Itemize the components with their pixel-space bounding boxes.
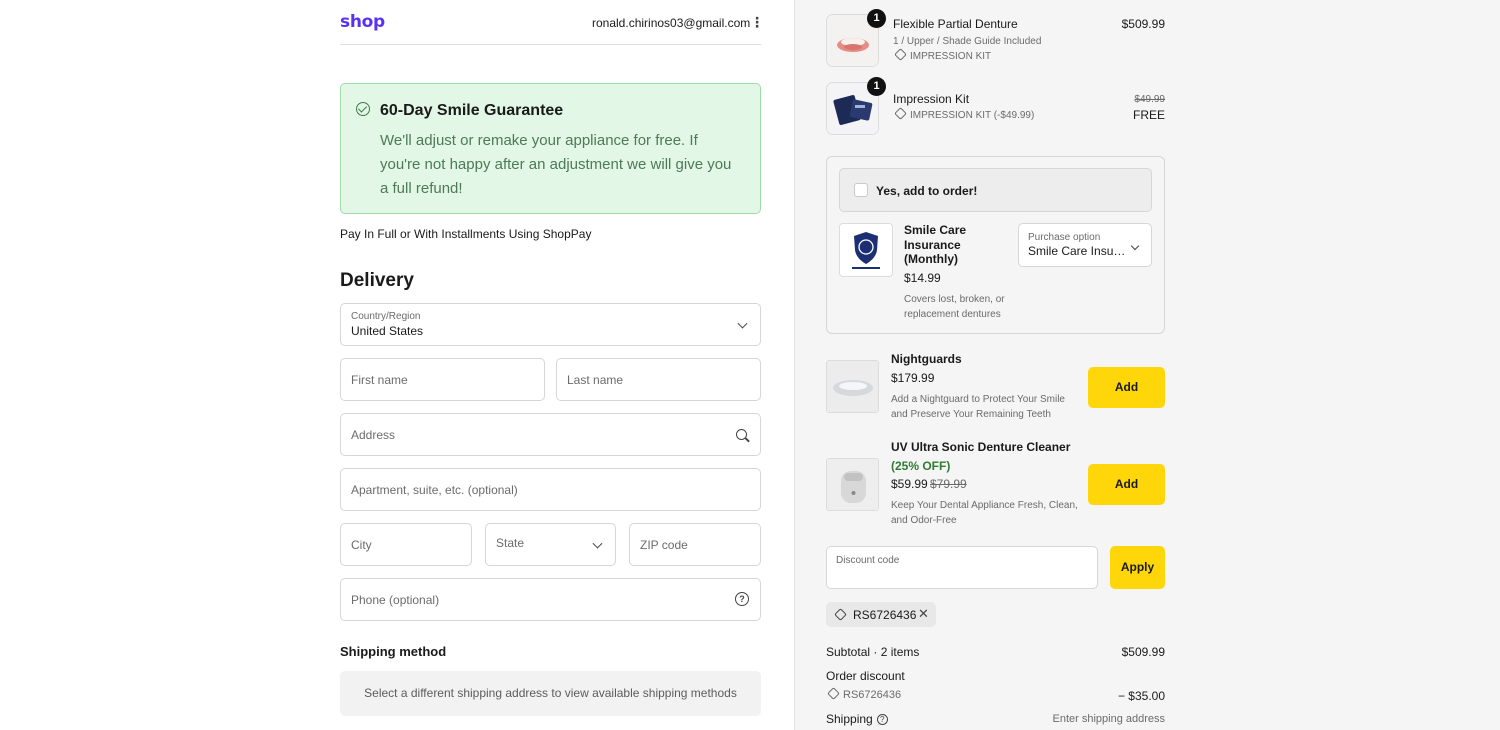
help-circle-icon[interactable]: ?: [876, 714, 888, 726]
insurance-upsell-card: Yes, add to order! Smile Care Insurance …: [826, 156, 1165, 334]
country-label: Country/Region: [351, 311, 421, 322]
purchase-option-value: Smile Care Insurance: [1028, 244, 1126, 258]
chevron-down-icon: [592, 538, 603, 549]
guarantee-body: We'll adjust or remake your appliance fo…: [380, 132, 732, 197]
guarantee-banner: 60-Day Smile Guarantee We'll adjust or r…: [340, 83, 761, 214]
insurance-logo: [839, 223, 893, 277]
shipping-method-heading: Shipping method: [340, 644, 447, 659]
city-field[interactable]: City: [340, 523, 472, 566]
zip-field[interactable]: ZIP code: [629, 523, 761, 566]
cart-item-discount-label: IMPRESSION KIT: [910, 51, 992, 62]
chevron-down-icon: [1130, 241, 1140, 251]
address-field[interactable]: Address: [340, 413, 761, 456]
apartment-field[interactable]: Apartment, suite, etc. (optional): [340, 468, 761, 511]
subtotal-value: $509.99: [1121, 645, 1165, 659]
shipping-label: Shipping?: [826, 712, 888, 726]
tag-icon: [894, 48, 907, 61]
apartment-placeholder: Apartment, suite, etc. (optional): [351, 482, 518, 497]
order-discount-label: Order discount: [826, 669, 905, 683]
cart-item-original-price: $49.99: [1134, 94, 1165, 105]
add-insurance-checkbox[interactable]: [854, 183, 868, 197]
cart-item-discount-label: IMPRESSION KIT (-$49.99): [910, 110, 1035, 121]
tag-icon: [827, 687, 840, 700]
upsell-original-price: $79.99: [930, 477, 967, 491]
phone-placeholder: Phone (optional): [351, 592, 440, 607]
shipping-label-text: Shipping: [826, 712, 873, 726]
zip-placeholder: ZIP code: [640, 537, 688, 552]
shipping-method-notice: Select a different shipping address to v…: [340, 671, 761, 716]
add-uv-cleaner-button[interactable]: Add: [1088, 464, 1165, 505]
quantity-badge: 1: [867, 77, 886, 96]
purchase-option-select[interactable]: Purchase option Smile Care Insurance: [1018, 223, 1152, 267]
order-discount-value: − $35.00: [1117, 689, 1165, 703]
discount-code-input[interactable]: Discount code: [826, 546, 1098, 589]
upsell-price: $179.99: [891, 371, 935, 385]
account-email: ronald.chirinos03@gmail.com: [592, 16, 751, 30]
shop-logo[interactable]: shop: [340, 12, 385, 32]
discount-code-label: Discount code: [836, 555, 900, 566]
upsell-discount-badge: (25% OFF): [891, 459, 951, 473]
subtotal-label: Subtotal · 2 items: [826, 645, 920, 659]
tag-icon: [834, 608, 847, 621]
cart-item-name: Impression Kit: [893, 92, 970, 106]
product-image-nightguards: [826, 360, 879, 413]
phone-field[interactable]: Phone (optional) ?: [340, 578, 761, 621]
shoppay-note: Pay In Full or With Installments Using S…: [340, 227, 592, 241]
cart-item-discount: IMPRESSION KIT: [894, 48, 992, 62]
insurance-name: Smile Care Insurance (Monthly): [904, 223, 967, 266]
help-circle-icon[interactable]: ?: [735, 592, 749, 606]
uv-cleaner-image: [827, 459, 878, 510]
upsell-description: Keep Your Dental Appliance Fresh, Clean,…: [891, 500, 1078, 526]
last-name-placeholder: Last name: [567, 372, 624, 387]
upsell-name: Nightguards: [891, 352, 962, 366]
insurance-price: $14.99: [904, 271, 941, 285]
header-divider: [340, 44, 761, 45]
add-insurance-label: Yes, add to order!: [876, 184, 978, 198]
last-name-field[interactable]: Last name: [556, 358, 761, 401]
upsell-description: Add a Nightguard to Protect Your Smile a…: [891, 394, 1065, 420]
chevron-down-icon: [737, 318, 748, 329]
shield-logo-icon: [852, 232, 880, 269]
checkout-main-column: shop ronald.chirinos03@gmail.com ⋮ 60-Da…: [0, 0, 794, 730]
quantity-badge: 1: [867, 9, 886, 28]
shipping-value: Enter shipping address: [1052, 713, 1165, 725]
first-name-field[interactable]: First name: [340, 358, 545, 401]
cart-item-variant: 1 / Upper / Shade Guide Included: [893, 36, 1042, 47]
tag-icon: [894, 107, 907, 120]
search-icon: [736, 429, 747, 440]
insurance-description: Covers lost, broken, or replacement dent…: [904, 294, 1005, 320]
order-discount-code-text: RS6726436: [843, 689, 902, 701]
order-discount-code: RS6726436: [827, 687, 902, 701]
cart-item-discount: IMPRESSION KIT (-$49.99): [894, 107, 1035, 121]
upsell-price: $59.99: [891, 477, 928, 491]
first-name-placeholder: First name: [351, 372, 408, 387]
apply-discount-button[interactable]: Apply: [1110, 546, 1165, 589]
cart-item-name: Flexible Partial Denture: [893, 17, 1018, 31]
cart-item-price: FREE: [1132, 108, 1165, 122]
purchase-option-label: Purchase option: [1028, 232, 1101, 243]
address-placeholder: Address: [351, 427, 396, 442]
add-insurance-toggle[interactable]: Yes, add to order!: [839, 168, 1152, 212]
applied-discount-chip: RS6726436 ✕: [826, 602, 936, 627]
city-placeholder: City: [351, 537, 372, 552]
close-icon[interactable]: ✕: [918, 606, 929, 622]
delivery-heading: Delivery: [340, 270, 414, 291]
upsell-name: UV Ultra Sonic Denture Cleaner: [891, 440, 1071, 454]
applied-discount-code: RS6726436: [853, 608, 917, 622]
shipping-method-message: Select a different shipping address to v…: [364, 686, 737, 700]
state-select[interactable]: State: [485, 523, 616, 566]
add-nightguards-button[interactable]: Add: [1088, 367, 1165, 408]
cart-item-price: $509.99: [1121, 17, 1165, 31]
product-image-uv-cleaner: [826, 458, 879, 511]
state-placeholder: State: [496, 536, 525, 550]
nightguard-image: [827, 361, 878, 412]
country-value: United States: [351, 324, 424, 338]
check-circle-icon: [356, 102, 370, 116]
guarantee-title: 60-Day Smile Guarantee: [380, 102, 564, 119]
more-options-icon[interactable]: ⋮: [750, 13, 764, 31]
country-select[interactable]: Country/Region United States: [340, 303, 761, 346]
